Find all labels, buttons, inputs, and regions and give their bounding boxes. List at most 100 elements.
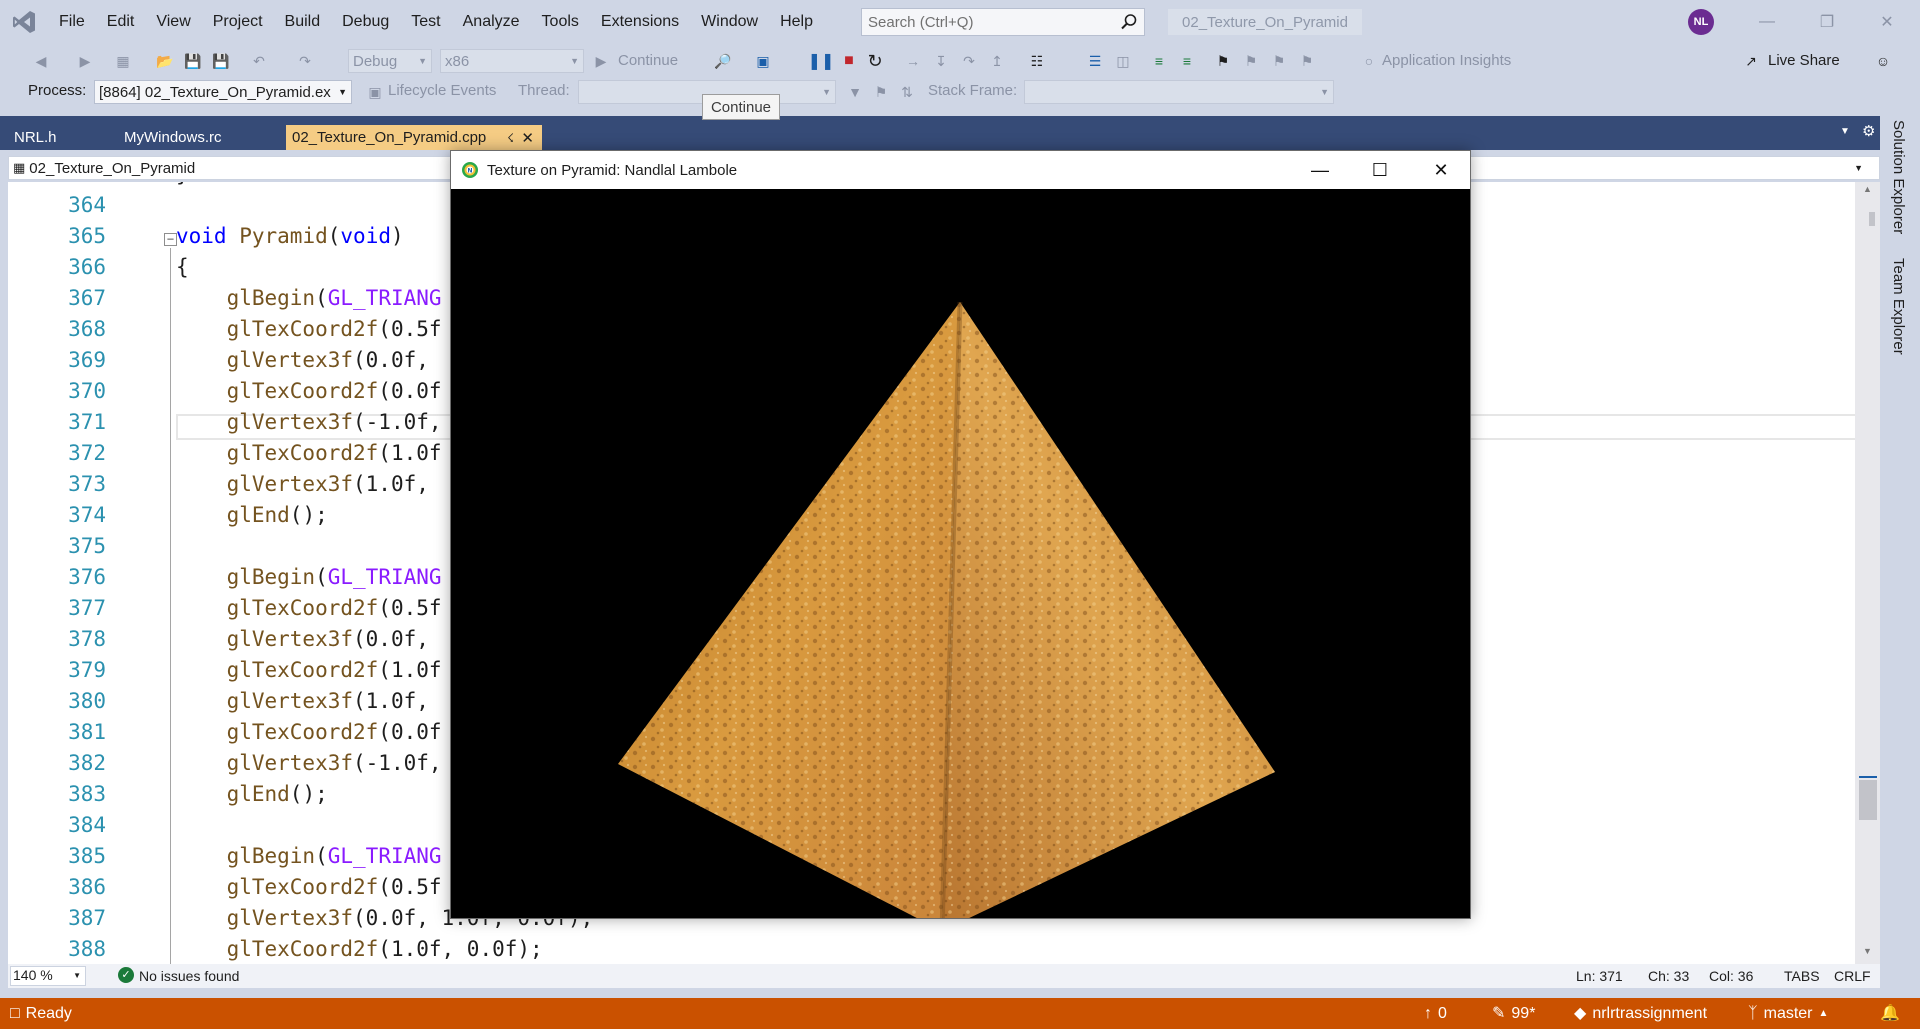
lifecycle-events-dropdown[interactable]: Lifecycle Events (388, 80, 496, 102)
lightbulb-icon[interactable]: ○ (1358, 50, 1380, 72)
pending-changes[interactable]: ✎ 99* (1492, 998, 1535, 1029)
screenshot-icon[interactable]: ▣ (752, 50, 774, 72)
avatar[interactable]: NL (1688, 9, 1714, 35)
chevron-down-icon[interactable]: ▼ (1854, 163, 1863, 173)
menu-debug[interactable]: Debug (331, 0, 400, 44)
process-dropdown[interactable]: [8864] 02_Texture_On_Pyramid.ex ▼ (94, 80, 352, 104)
team-explorer-tab[interactable]: Team Explorer (1890, 258, 1907, 355)
menu-analyze[interactable]: Analyze (452, 0, 531, 44)
visual-studio-logo-icon[interactable] (0, 0, 48, 44)
menu-edit[interactable]: Edit (96, 0, 146, 44)
code-text: glVertex3f(1.0f, (176, 469, 429, 500)
notifications-icon[interactable]: 🔔 (1880, 998, 1900, 1029)
project-scope-dropdown[interactable]: 02_Texture_On_Pyramid (29, 160, 195, 177)
redo-icon[interactable]: ↷ (294, 50, 316, 72)
configuration-dropdown[interactable]: Debug ▼ (348, 49, 432, 73)
menu-project[interactable]: Project (202, 0, 274, 44)
restart-icon[interactable]: ↻ (864, 50, 886, 72)
menu-tools[interactable]: Tools (531, 0, 590, 44)
issues-status[interactable]: No issues found (139, 968, 239, 984)
tab-list-icon[interactable]: ▼ (1840, 126, 1850, 137)
zoom-dropdown[interactable]: 140 % ▼ (10, 966, 86, 986)
undo-icon[interactable]: ↶ (248, 50, 270, 72)
code-line[interactable]: 388 glTexCoord2f(1.0f, 0.0f); (8, 934, 1863, 964)
hex-display-icon[interactable]: ☷ (1026, 50, 1048, 72)
search-input[interactable]: Search (Ctrl+Q) (861, 8, 1145, 36)
show-next-statement-icon[interactable]: → (902, 50, 924, 72)
bookmark-icon[interactable]: ⚑ (1212, 50, 1234, 72)
indent-mode[interactable]: TABS (1784, 968, 1820, 984)
menu-bar: File Edit View Project Build Debug Test Analyze… (48, 0, 824, 44)
tab-close-icon[interactable]: ✕ (521, 129, 534, 147)
uncomment-icon[interactable]: ≡ (1176, 50, 1198, 72)
comment-icon[interactable]: ≡ (1148, 50, 1170, 72)
scroll-thumb-lower[interactable] (1859, 780, 1877, 820)
line-endings[interactable]: CRLF (1834, 968, 1871, 984)
vertical-scrollbar[interactable]: ▲ ▼ (1855, 182, 1880, 964)
continue-button[interactable]: Continue (618, 50, 678, 72)
thread-icon[interactable]: ☰ (1084, 50, 1106, 72)
gl-close-icon[interactable]: ✕ (1412, 151, 1470, 189)
new-project-icon[interactable]: ▦ (112, 50, 134, 72)
save-all-icon[interactable]: 💾 (210, 50, 232, 72)
branch-icon: ᛉ (1748, 1005, 1758, 1022)
save-icon[interactable]: 💾 (182, 50, 204, 72)
next-bookmark-icon[interactable]: ⚑ (1268, 50, 1290, 72)
line-number-gutter: 381 (68, 720, 106, 744)
solution-explorer-tab[interactable]: Solution Explorer (1890, 120, 1907, 234)
stop-icon[interactable]: ■ (838, 50, 860, 72)
step-over-icon[interactable]: ↷ (958, 50, 980, 72)
application-insights-button[interactable]: Application Insights (1382, 50, 1511, 72)
feedback-icon[interactable]: ☺ (1872, 50, 1894, 72)
expand-threads-icon[interactable]: ⇅ (898, 81, 916, 103)
stack-frame-dropdown[interactable]: ▼ (1024, 80, 1334, 104)
unpushed-commits[interactable]: ↑ 0 (1424, 998, 1447, 1029)
code-text: glBegin(GL_TRIANG (176, 283, 442, 314)
live-share-icon[interactable]: ↗ (1740, 50, 1762, 72)
scroll-down-icon[interactable]: ▼ (1863, 946, 1872, 956)
tab-nrl-h[interactable]: NRL.h (8, 125, 116, 150)
opengl-window[interactable]: N Texture on Pyramid: Nandlal Lambole — … (450, 150, 1471, 919)
scroll-up-icon[interactable]: ▲ (1863, 184, 1872, 194)
menu-view[interactable]: View (145, 0, 201, 44)
continue-play-icon[interactable]: ▶ (594, 50, 608, 72)
filter-icon[interactable]: ▼ (846, 81, 864, 103)
step-into-icon[interactable]: ↧ (930, 50, 952, 72)
pause-icon[interactable]: ❚❚ (808, 50, 835, 72)
menu-file[interactable]: File (48, 0, 96, 44)
find-in-files-icon[interactable]: 🔎 (712, 50, 734, 72)
opengl-window-titlebar[interactable]: N Texture on Pyramid: Nandlal Lambole — … (451, 151, 1470, 189)
opengl-canvas[interactable] (451, 189, 1470, 918)
flag-icon[interactable]: ⚑ (872, 81, 890, 103)
menu-build[interactable]: Build (274, 0, 332, 44)
scroll-thumb[interactable] (1869, 212, 1875, 226)
menu-help[interactable]: Help (769, 0, 824, 44)
editor-status-bar: 140 % ▼ ✓ No issues found Ln: 371 Ch: 33 … (8, 964, 1880, 988)
menu-extensions[interactable]: Extensions (590, 0, 690, 44)
open-file-icon[interactable]: 📂 (154, 50, 176, 72)
code-token: GL_TRIANG (327, 565, 442, 589)
tab-02-texture-on-pyramid-cpp[interactable]: 02_Texture_On_Pyramid.cpp ☇ ✕ (286, 125, 542, 150)
clear-bookmarks-icon[interactable]: ⚑ (1296, 50, 1318, 72)
close-icon[interactable]: ✕ (1875, 10, 1899, 34)
forward-icon[interactable]: ▶ (74, 50, 96, 72)
branch-selector[interactable]: ᛉ master ▲ (1748, 998, 1828, 1029)
live-share-button[interactable]: Live Share (1768, 50, 1840, 72)
settings-gear-icon[interactable]: ⚙ (1862, 122, 1875, 140)
menu-test[interactable]: Test (400, 0, 451, 44)
prev-bookmark-icon[interactable]: ⚑ (1240, 50, 1262, 72)
step-out-icon[interactable]: ↥ (986, 50, 1008, 72)
menu-window[interactable]: Window (690, 0, 769, 44)
restore-icon[interactable]: ❐ (1815, 10, 1839, 34)
line-number-gutter: 386 (68, 875, 106, 899)
tab-mywindows-rc[interactable]: MyWindows.rc (118, 125, 284, 150)
split-icon[interactable]: ◫ (1112, 50, 1134, 72)
repository-selector[interactable]: ◆ nrlrtrassignment (1574, 998, 1707, 1029)
pin-icon[interactable]: ☇ (507, 131, 514, 145)
back-icon[interactable]: ◀ (30, 50, 52, 72)
platform-dropdown[interactable]: x86 ▼ (440, 49, 584, 73)
gl-minimize-icon[interactable]: — (1291, 151, 1349, 189)
minimize-icon[interactable]: — (1755, 10, 1779, 34)
gl-maximize-icon[interactable]: ☐ (1351, 151, 1409, 189)
